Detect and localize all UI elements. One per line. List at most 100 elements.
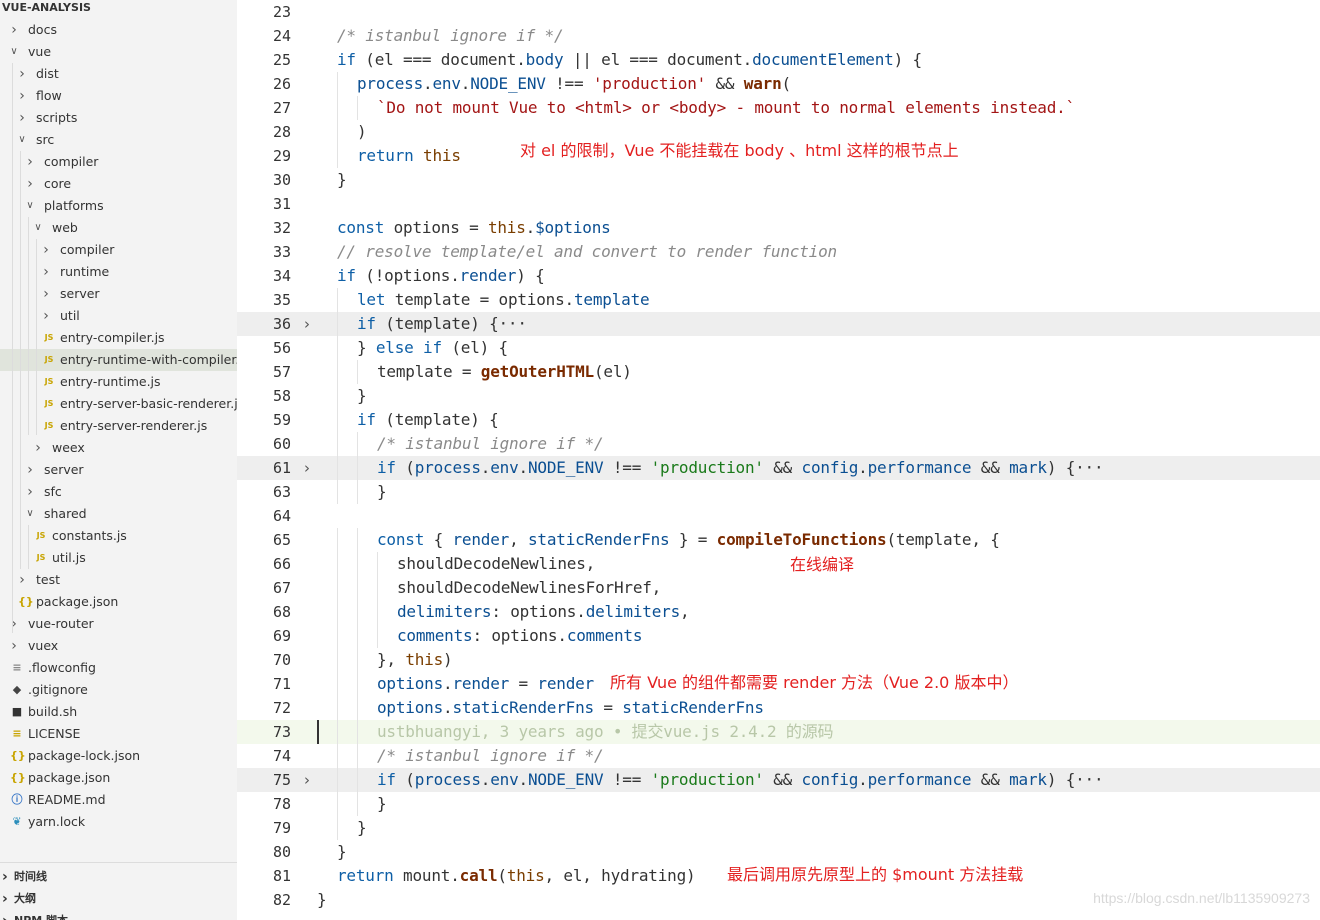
- code-line-72[interactable]: 72 options.staticRenderFns = staticRender…: [237, 696, 1320, 720]
- code-line-25[interactable]: 25 if (el === document.body || el === doc…: [237, 48, 1320, 72]
- chevron-right-icon[interactable]: ›: [2, 866, 8, 888]
- code-line-36[interactable]: 36 › if (template) {···: [237, 312, 1320, 336]
- indent-guide: [337, 720, 338, 744]
- tree-item-platforms[interactable]: ∨ platforms: [0, 195, 237, 217]
- tree-item-readme-md[interactable]: ⓘ README.md: [0, 789, 237, 811]
- tree-item-package-lock-json[interactable]: {} package-lock.json: [0, 745, 237, 767]
- code-line-26[interactable]: 26 process.env.NODE_ENV !== 'production' …: [237, 72, 1320, 96]
- chevron-down-icon[interactable]: ∨: [25, 503, 35, 525]
- code-line-67[interactable]: 67 shouldDecodeNewlinesForHref,: [237, 576, 1320, 600]
- tree-item-constants-js[interactable]: JS constants.js: [0, 525, 237, 547]
- chevron-down-icon[interactable]: ∨: [25, 195, 35, 217]
- chevron-right-icon[interactable]: ›: [17, 85, 27, 107]
- chevron-right-icon[interactable]: ›: [17, 107, 27, 129]
- tree-item-src[interactable]: ∨ src: [0, 129, 237, 151]
- code-line-35[interactable]: 35 let template = options.template: [237, 288, 1320, 312]
- tree-item-docs[interactable]: › docs: [0, 19, 237, 41]
- code-line-63[interactable]: 63}: [237, 480, 1320, 504]
- tree-item-weex[interactable]: › weex: [0, 437, 237, 459]
- explorer-header[interactable]: VUE-ANALYSIS: [0, 0, 237, 17]
- code-line-68[interactable]: 68 delimiters: options.delimiters,: [237, 600, 1320, 624]
- tree-item-gitignore[interactable]: ◆ .gitignore: [0, 679, 237, 701]
- chevron-down-icon[interactable]: ∨: [33, 217, 43, 239]
- tree-item-flowconfig[interactable]: ≡ .flowconfig: [0, 657, 237, 679]
- chevron-right-icon[interactable]: ›: [41, 283, 51, 305]
- chevron-right-icon[interactable]: ›: [9, 613, 19, 635]
- chevron-down-icon[interactable]: ∨: [9, 41, 19, 63]
- fold-chevron-icon[interactable]: ›: [301, 768, 313, 792]
- tree-item-sfc[interactable]: › sfc: [0, 481, 237, 503]
- tree-item-core[interactable]: › core: [0, 173, 237, 195]
- tree-item-label: compiler: [44, 154, 99, 169]
- panel-section-1[interactable]: › 大纲: [0, 888, 237, 910]
- tree-item-web[interactable]: ∨ web: [0, 217, 237, 239]
- code-line-75[interactable]: 75 › if (process.env.NODE_ENV !== 'product…: [237, 768, 1320, 792]
- chevron-down-icon[interactable]: ∨: [17, 129, 27, 151]
- tree-item-util-js[interactable]: JS util.js: [0, 547, 237, 569]
- tree-item-yarn-lock[interactable]: ❦ yarn.lock: [0, 811, 237, 833]
- chevron-right-icon[interactable]: ›: [2, 888, 8, 910]
- code-line-59[interactable]: 59 if (template) {: [237, 408, 1320, 432]
- chevron-right-icon[interactable]: ›: [25, 481, 35, 503]
- tree-item-package-json[interactable]: {} package.json: [0, 767, 237, 789]
- token-plain: (template, {: [886, 530, 1000, 549]
- tree-item-vuex[interactable]: › vuex: [0, 635, 237, 657]
- tree-item-server[interactable]: › server: [0, 459, 237, 481]
- code-text: shouldDecodeNewlinesForHref,: [397, 576, 661, 600]
- code-line-73[interactable]: 73 ustbhuangyi, 3 years ago • 提交vue.js 2.…: [237, 720, 1320, 744]
- tree-item-flow[interactable]: › flow: [0, 85, 237, 107]
- tree-item-test[interactable]: › test: [0, 569, 237, 591]
- js-file-icon: JS: [44, 399, 54, 408]
- chevron-right-icon[interactable]: ›: [41, 261, 51, 283]
- code-line-64[interactable]: 64: [237, 504, 1320, 528]
- code-line-78[interactable]: 78}: [237, 792, 1320, 816]
- code-line-61[interactable]: 61 › if (process.env.NODE_ENV !== 'product…: [237, 456, 1320, 480]
- code-line-27[interactable]: 27 `Do not mount Vue to <html> or <body> …: [237, 96, 1320, 120]
- chevron-right-icon[interactable]: ›: [25, 459, 35, 481]
- code-line-32[interactable]: 32 const options = this.$options: [237, 216, 1320, 240]
- chevron-right-icon[interactable]: ›: [17, 569, 27, 591]
- chevron-right-icon[interactable]: ›: [9, 635, 19, 657]
- code-line-79[interactable]: 79}: [237, 816, 1320, 840]
- code-line-58[interactable]: 58}: [237, 384, 1320, 408]
- tree-item-dist[interactable]: › dist: [0, 63, 237, 85]
- tree-item-vue-router[interactable]: › vue-router: [0, 613, 237, 635]
- fold-chevron-icon[interactable]: ›: [301, 456, 313, 480]
- chevron-right-icon[interactable]: ›: [25, 173, 35, 195]
- code-line-65[interactable]: 65 const { render, staticRenderFns } = co…: [237, 528, 1320, 552]
- tree-item-vue[interactable]: ∨ vue: [0, 41, 237, 63]
- chevron-right-icon[interactable]: ›: [17, 63, 27, 85]
- panel-section-2[interactable]: › NPM 脚本: [0, 910, 237, 920]
- code-line-80[interactable]: 80}: [237, 840, 1320, 864]
- code-line-30[interactable]: 30}: [237, 168, 1320, 192]
- tree-item-shared[interactable]: ∨ shared: [0, 503, 237, 525]
- fold-chevron-icon[interactable]: ›: [301, 312, 313, 336]
- chevron-right-icon[interactable]: ›: [41, 239, 51, 261]
- chevron-right-icon[interactable]: ›: [41, 305, 51, 327]
- tree-item-label: vue-router: [28, 616, 94, 631]
- tree-item-package-json[interactable]: {} package.json: [0, 591, 237, 613]
- tree-item-compiler[interactable]: › compiler: [0, 151, 237, 173]
- panel-section-0[interactable]: › 时间线: [0, 866, 237, 888]
- code-editor[interactable]: 23 24 /* istanbul ignore if */ 25 if (el ===…: [237, 0, 1320, 920]
- chevron-right-icon[interactable]: ›: [25, 151, 35, 173]
- tree-item-build-sh[interactable]: ■ build.sh: [0, 701, 237, 723]
- code-line-74[interactable]: 74 /* istanbul ignore if */: [237, 744, 1320, 768]
- code-line-60[interactable]: 60 /* istanbul ignore if */: [237, 432, 1320, 456]
- tree-item-scripts[interactable]: › scripts: [0, 107, 237, 129]
- code-line-66[interactable]: 66 shouldDecodeNewlines,: [237, 552, 1320, 576]
- code-line-31[interactable]: 31: [237, 192, 1320, 216]
- token-blame: ustbhuangyi, 3 years ago • 提交vue.js 2.4.…: [377, 722, 834, 741]
- chevron-right-icon[interactable]: ›: [2, 910, 8, 920]
- code-line-34[interactable]: 34 if (!options.render) {: [237, 264, 1320, 288]
- code-line-33[interactable]: 33 // resolve template/el and convert to …: [237, 240, 1320, 264]
- chevron-right-icon[interactable]: ›: [9, 19, 19, 41]
- code-line-57[interactable]: 57 template = getOuterHTML(el): [237, 360, 1320, 384]
- code-line-24[interactable]: 24 /* istanbul ignore if */: [237, 24, 1320, 48]
- code-line-70[interactable]: 70}, this): [237, 648, 1320, 672]
- tree-item-license[interactable]: ≡ LICENSE: [0, 723, 237, 745]
- code-line-56[interactable]: 56} else if (el) {: [237, 336, 1320, 360]
- code-line-69[interactable]: 69 comments: options.comments: [237, 624, 1320, 648]
- chevron-right-icon[interactable]: ›: [33, 437, 43, 459]
- code-line-23[interactable]: 23: [237, 0, 1320, 24]
